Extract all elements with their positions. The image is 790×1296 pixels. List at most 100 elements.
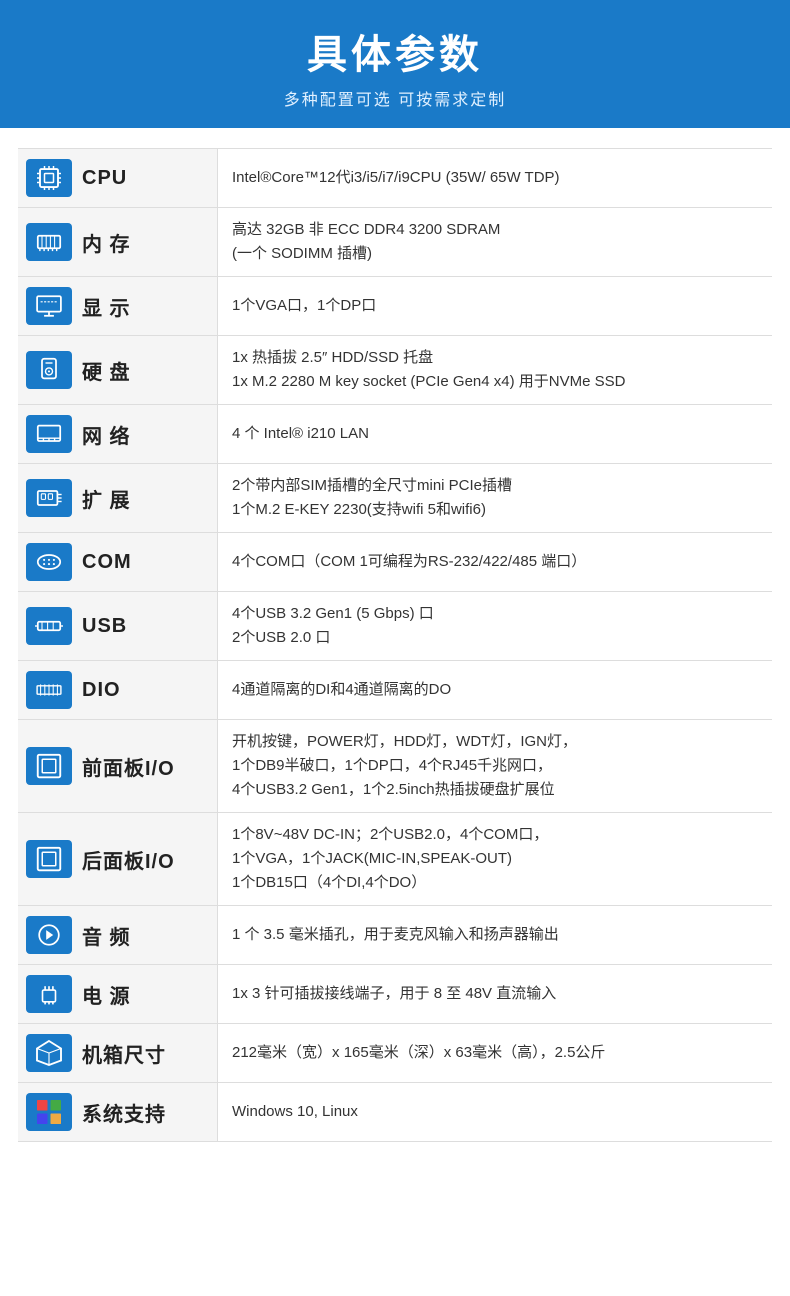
spec-label-text-display: 显 示: [82, 292, 131, 321]
spec-value-memory: 高达 32GB 非 ECC DDR4 3200 SDRAM (一个 SODIMM …: [218, 208, 772, 276]
spec-value-line: 2个带内部SIM插槽的全尺寸mini PCIe插槽: [232, 477, 512, 494]
network-icon: [26, 415, 72, 453]
spec-value-inner-storage: 1x 热插拔 2.5″ HDD/SSD 托盘 1x M.2 2280 M key …: [232, 346, 758, 394]
spec-row-com: COM 4个COM口（COM 1可编程为RS-232/422/485 端口）: [18, 533, 772, 592]
spec-value-inner-os: Windows 10, Linux: [232, 1100, 758, 1124]
spec-value-inner-display: 1个VGA口，1个DP口: [232, 294, 758, 318]
storage-icon: [26, 351, 72, 389]
spec-row-usb: USB 4个USB 3.2 Gen1 (5 Gbps) 口2个USB 2.0 口: [18, 592, 772, 661]
spec-value-inner-expansion: 2个带内部SIM插槽的全尺寸mini PCIe插槽 1个M.2 E-KEY 223…: [232, 474, 758, 522]
spec-label-text-front-io: 前面板I/O: [82, 752, 175, 781]
spec-value-inner-audio: 1 个 3.5 毫米插孔，用于麦克风输入和扬声器输出: [232, 923, 758, 947]
spec-value-line: 4 个 Intel® i210 LAN: [232, 425, 369, 442]
spec-label-os: 系统支持: [18, 1083, 218, 1141]
spec-value-line: 1个DB15口（4个DI,4个DO）: [232, 874, 426, 891]
usb-icon: [26, 607, 72, 645]
spec-label-com: COM: [18, 533, 218, 591]
spec-value-line: 4个COM口（COM 1可编程为RS-232/422/485 端口）: [232, 553, 586, 570]
page-subtitle: 多种配置可选 可按需求定制: [10, 86, 780, 110]
spec-row-network: 网 络 4 个 Intel® i210 LAN: [18, 405, 772, 464]
spec-value-line: 4通道隔离的DI和4通道隔离的DO: [232, 681, 451, 698]
spec-row-memory: 内 存 高达 32GB 非 ECC DDR4 3200 SDRAM (一个 SODI…: [18, 208, 772, 277]
spec-value-audio: 1 个 3.5 毫米插孔，用于麦克风输入和扬声器输出: [218, 906, 772, 964]
power-icon: [26, 975, 72, 1013]
spec-label-dio: DIO: [18, 661, 218, 719]
dio-icon: [26, 671, 72, 709]
spec-label-text-memory: 内 存: [82, 228, 131, 257]
spec-label-text-audio: 音 频: [82, 921, 131, 950]
rear-io-icon: [26, 840, 72, 878]
spec-value-line: 1个VGA口，1个DP口: [232, 297, 376, 314]
spec-row-dimensions: 机箱尺寸 212毫米（宽）x 165毫米（深）x 63毫米（高），2.5公斤: [18, 1024, 772, 1083]
spec-value-line: 1 个 3.5 毫米插孔，用于麦克风输入和扬声器输出: [232, 926, 559, 943]
spec-value-line: 4个USB3.2 Gen1，1个2.5inch热插拔硬盘扩展位: [232, 781, 555, 798]
spec-value-front-io: 开机按键，POWER灯，HDD灯，WDT灯，IGN灯， 1个DB9半破口，1个DP…: [218, 720, 772, 812]
spec-value-line: 212毫米（宽）x 165毫米（深）x 63毫米（高），2.5公斤: [232, 1044, 605, 1061]
spec-row-audio: 音 频 1 个 3.5 毫米插孔，用于麦克风输入和扬声器输出: [18, 906, 772, 965]
spec-label-text-cpu: CPU: [82, 167, 127, 190]
expansion-icon: [26, 479, 72, 517]
spec-value-inner-cpu: Intel®Core™12代i3/i5/i7/i9CPU (35W/ 65W T…: [232, 166, 758, 190]
spec-label-memory: 内 存: [18, 208, 218, 276]
spec-row-expansion: 扩 展 2个带内部SIM插槽的全尺寸mini PCIe插槽 1个M.2 E-KEY …: [18, 464, 772, 533]
spec-value-cpu: Intel®Core™12代i3/i5/i7/i9CPU (35W/ 65W T…: [218, 149, 772, 207]
spec-value-dio: 4通道隔离的DI和4通道隔离的DO: [218, 661, 772, 719]
com-icon: [26, 543, 72, 581]
cpu-icon: [26, 159, 72, 197]
spec-value-dimensions: 212毫米（宽）x 165毫米（深）x 63毫米（高），2.5公斤: [218, 1024, 772, 1082]
spec-label-text-com: COM: [82, 551, 132, 574]
spec-row-front-io: 前面板I/O 开机按键，POWER灯，HDD灯，WDT灯，IGN灯， 1个DB9半破…: [18, 720, 772, 813]
spec-row-os: 系统支持 Windows 10, Linux: [18, 1083, 772, 1142]
spec-row-power: 电 源 1x 3 针可插拔接线端子，用于 8 至 48V 直流输入: [18, 965, 772, 1024]
spec-label-cpu: CPU: [18, 149, 218, 207]
spec-row-storage: 硬 盘 1x 热插拔 2.5″ HDD/SSD 托盘 1x M.2 2280 M k…: [18, 336, 772, 405]
spec-label-rear-io: 后面板I/O: [18, 813, 218, 905]
spec-value-inner-rear-io: 1个8V~48V DC-IN；2个USB2.0，4个COM口，1个VGA，1个J…: [232, 823, 758, 895]
spec-label-storage: 硬 盘: [18, 336, 218, 404]
spec-value-storage: 1x 热插拔 2.5″ HDD/SSD 托盘 1x M.2 2280 M key …: [218, 336, 772, 404]
spec-label-power: 电 源: [18, 965, 218, 1023]
spec-value-power: 1x 3 针可插拔接线端子，用于 8 至 48V 直流输入: [218, 965, 772, 1023]
spec-value-line: 高达 32GB 非 ECC DDR4 3200 SDRAM: [232, 221, 500, 238]
spec-label-text-power: 电 源: [82, 980, 131, 1009]
spec-value-line: 开机按键，POWER灯，HDD灯，WDT灯，IGN灯，: [232, 733, 577, 750]
display-icon: [26, 287, 72, 325]
spec-value-os: Windows 10, Linux: [218, 1083, 772, 1141]
spec-value-inner-dimensions: 212毫米（宽）x 165毫米（深）x 63毫米（高），2.5公斤: [232, 1041, 758, 1065]
spec-row-rear-io: 后面板I/O 1个8V~48V DC-IN；2个USB2.0，4个COM口，1个V…: [18, 813, 772, 906]
spec-label-network: 网 络: [18, 405, 218, 463]
spec-value-line: 1个M.2 E-KEY 2230(支持wifi 5和wifi6): [232, 501, 486, 518]
header: 具体参数 多种配置可选 可按需求定制: [0, 0, 790, 128]
spec-value-line: Windows 10, Linux: [232, 1103, 358, 1120]
spec-label-text-dimensions: 机箱尺寸: [82, 1039, 166, 1068]
spec-label-expansion: 扩 展: [18, 464, 218, 532]
specs-container: CPU Intel®Core™12代i3/i5/i7/i9CPU (35W/ 65…: [0, 128, 790, 1170]
spec-label-front-io: 前面板I/O: [18, 720, 218, 812]
front-io-icon: [26, 747, 72, 785]
spec-row-dio: DIO 4通道隔离的DI和4通道隔离的DO: [18, 661, 772, 720]
spec-value-network: 4 个 Intel® i210 LAN: [218, 405, 772, 463]
spec-value-line: 1x M.2 2280 M key socket (PCIe Gen4 x4) …: [232, 373, 625, 390]
spec-row-cpu: CPU Intel®Core™12代i3/i5/i7/i9CPU (35W/ 65…: [18, 148, 772, 208]
spec-value-line: 1x 3 针可插拔接线端子，用于 8 至 48V 直流输入: [232, 985, 556, 1002]
spec-value-line: 2个USB 2.0 口: [232, 629, 330, 646]
spec-value-inner-com: 4个COM口（COM 1可编程为RS-232/422/485 端口）: [232, 550, 758, 574]
spec-value-line: 1个DB9半破口，1个DP口，4个RJ45千兆网口，: [232, 757, 552, 774]
spec-label-usb: USB: [18, 592, 218, 660]
spec-label-text-rear-io: 后面板I/O: [82, 845, 175, 874]
spec-label-text-storage: 硬 盘: [82, 356, 131, 385]
spec-value-inner-power: 1x 3 针可插拔接线端子，用于 8 至 48V 直流输入: [232, 982, 758, 1006]
spec-value-line: (一个 SODIMM 插槽): [232, 245, 372, 262]
page-title: 具体参数: [10, 22, 780, 80]
spec-value-line: 1个VGA，1个JACK(MIC-IN,SPEAK-OUT): [232, 850, 512, 867]
spec-label-dimensions: 机箱尺寸: [18, 1024, 218, 1082]
spec-value-inner-network: 4 个 Intel® i210 LAN: [232, 422, 758, 446]
spec-label-text-network: 网 络: [82, 420, 131, 449]
spec-value-line: 1x 热插拔 2.5″ HDD/SSD 托盘: [232, 349, 433, 366]
memory-icon: [26, 223, 72, 261]
spec-value-usb: 4个USB 3.2 Gen1 (5 Gbps) 口2个USB 2.0 口: [218, 592, 772, 660]
spec-label-text-expansion: 扩 展: [82, 484, 131, 513]
spec-value-inner-memory: 高达 32GB 非 ECC DDR4 3200 SDRAM (一个 SODIMM …: [232, 218, 758, 266]
spec-label-text-dio: DIO: [82, 679, 121, 702]
spec-value-inner-usb: 4个USB 3.2 Gen1 (5 Gbps) 口2个USB 2.0 口: [232, 602, 758, 650]
